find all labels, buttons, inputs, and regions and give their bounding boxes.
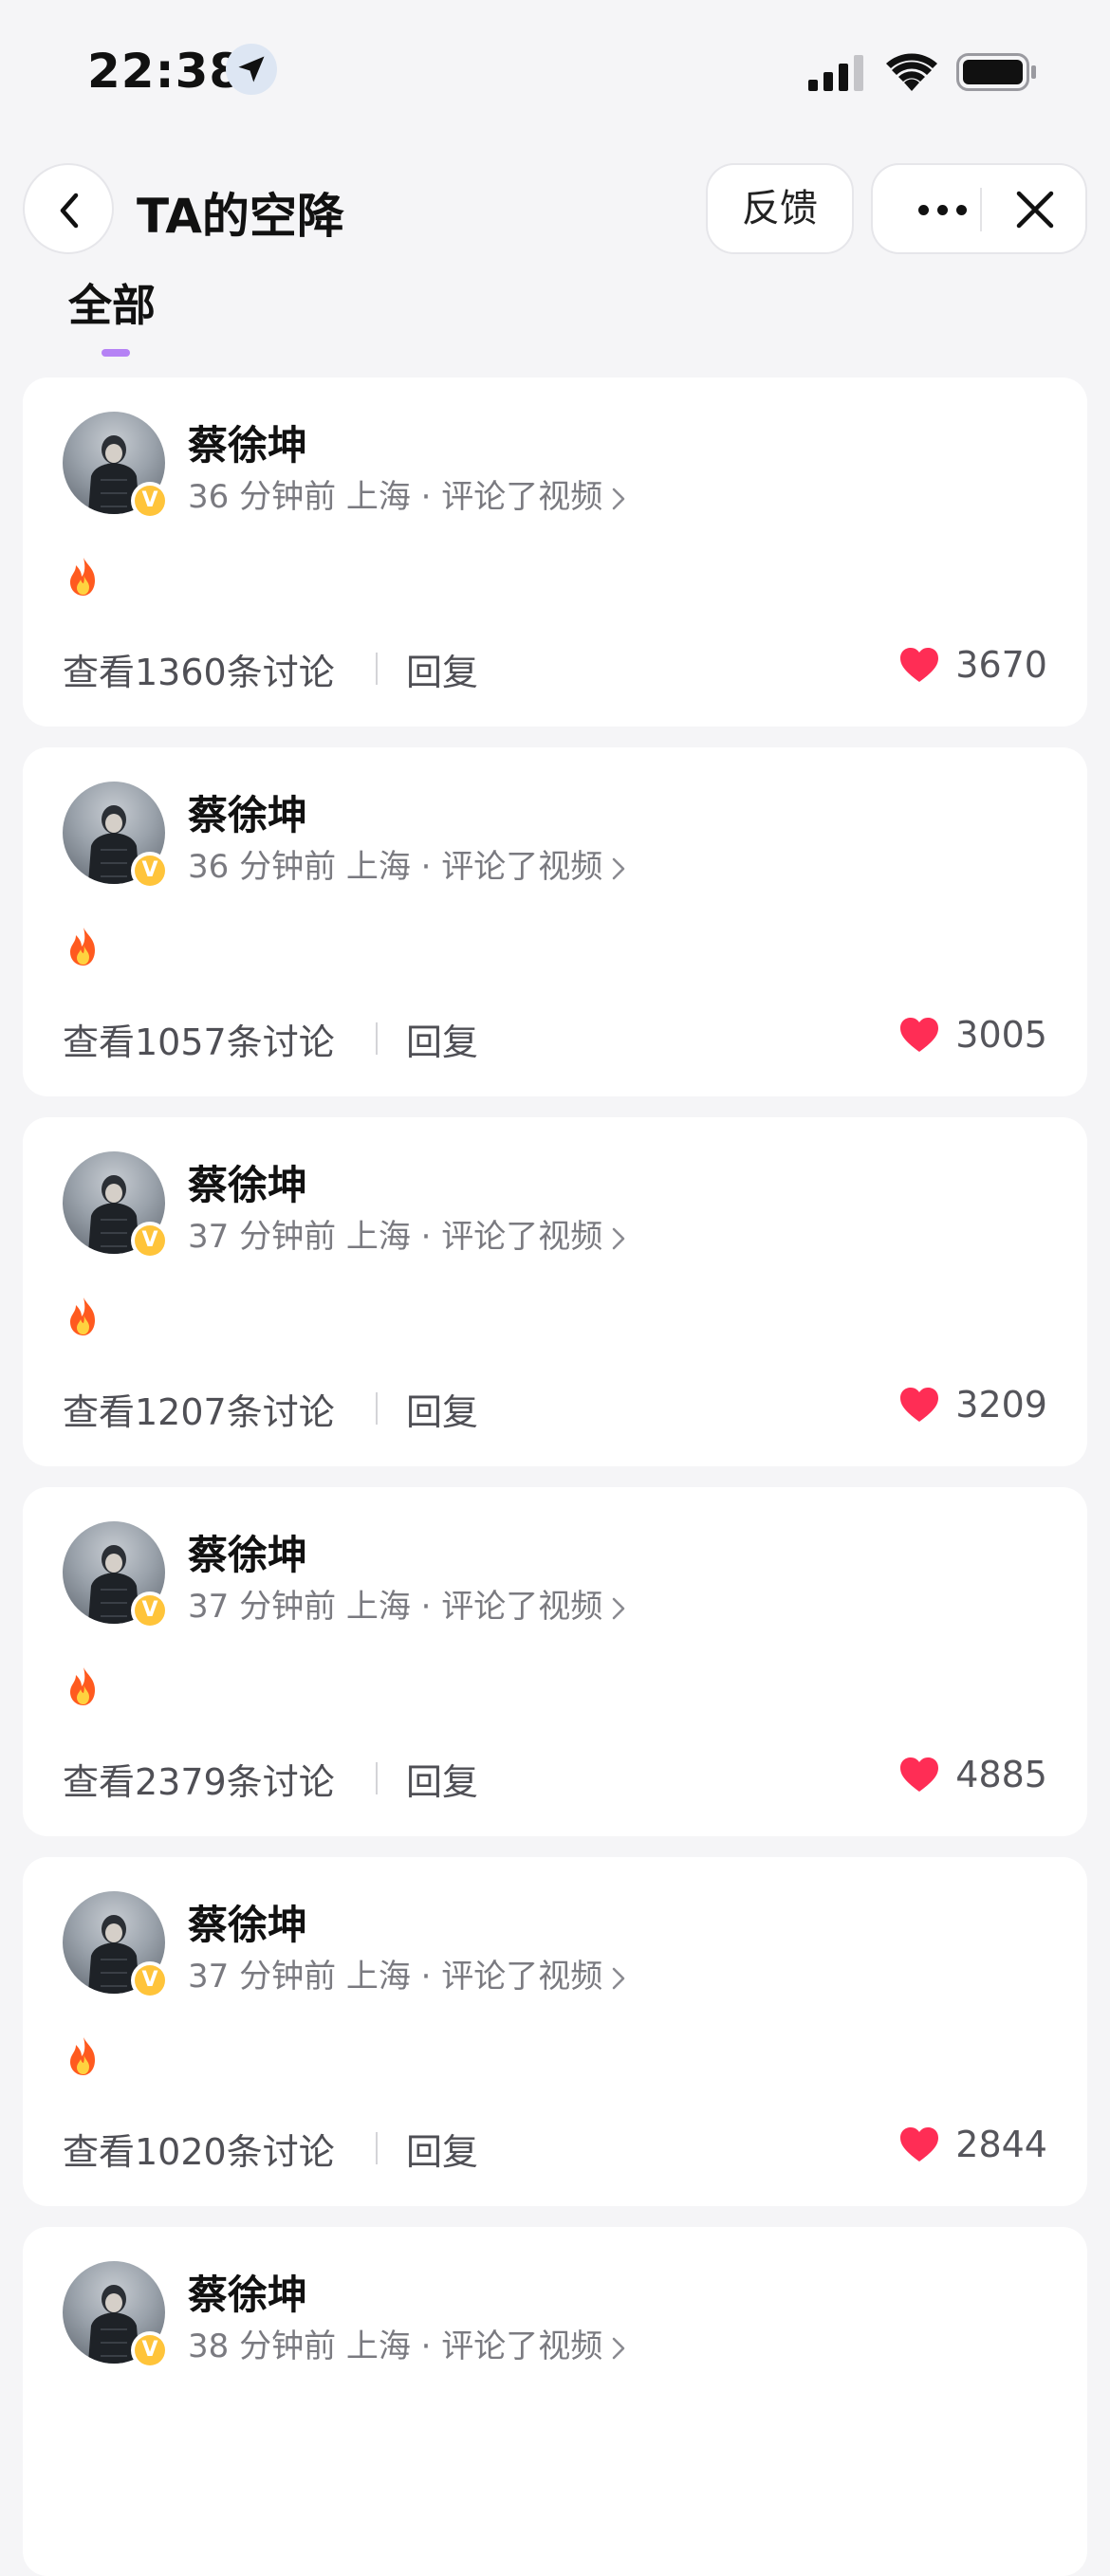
status-time: 22:38 [87, 44, 244, 99]
chevron-right-icon [613, 2337, 625, 2359]
verified-badge-icon: V [131, 1961, 169, 1999]
like-button[interactable]: 3670 [898, 641, 1047, 689]
like-count: 3209 [955, 1384, 1047, 1426]
status-bar: 22:38 [0, 0, 1110, 142]
separator [376, 1022, 378, 1055]
heart-icon [900, 1757, 939, 1792]
like-count: 4885 [955, 1754, 1047, 1795]
chevron-right-icon [613, 1227, 625, 1249]
activity-card[interactable]: V 蔡徐坤 37 分钟前 上海 · 评论了视频 查看2379条讨论 回复 488… [23, 1487, 1087, 1836]
location-arrow-icon [226, 44, 277, 95]
heart-icon [900, 1018, 939, 1052]
capsule-divider [980, 188, 982, 231]
view-discussions-link[interactable]: 查看2379条讨论 [63, 1753, 335, 1805]
view-discussions-link[interactable]: 查看1360条讨论 [63, 643, 335, 695]
view-discussions-link[interactable]: 查看1207条讨论 [63, 1383, 335, 1435]
like-button[interactable]: 2844 [898, 2121, 1047, 2168]
like-count: 3005 [955, 1014, 1047, 1056]
view-discussions-link[interactable]: 查看1020条讨论 [63, 2123, 335, 2175]
verified-badge-icon: V [131, 1592, 169, 1629]
heart-icon [900, 1388, 939, 1422]
reply-button[interactable]: 回复 [406, 1383, 478, 1435]
navigation-bar: TA的空降 反馈 [0, 159, 1110, 254]
close-icon[interactable] [1013, 188, 1057, 231]
user-name[interactable]: 蔡徐坤 [188, 414, 307, 471]
activity-meta[interactable]: 37 分钟前 上海 · 评论了视频 [188, 1210, 627, 1257]
wifi-icon [886, 53, 937, 91]
fire-icon [63, 556, 104, 598]
tab-bar: 全部 [0, 266, 1110, 360]
fire-icon [63, 2035, 104, 2077]
activity-card[interactable]: V 蔡徐坤 37 分钟前 上海 · 评论了视频 查看1020条讨论 回复 284… [23, 1857, 1087, 2206]
verified-badge-icon: V [131, 852, 169, 890]
like-count: 3670 [955, 644, 1047, 686]
heart-icon [900, 648, 939, 682]
like-button[interactable]: 3209 [898, 1381, 1047, 1428]
chevron-right-icon [613, 488, 625, 509]
like-button[interactable]: 4885 [898, 1751, 1047, 1798]
user-name[interactable]: 蔡徐坤 [188, 1153, 307, 1211]
heart-icon [900, 2127, 939, 2162]
activity-meta[interactable]: 36 分钟前 上海 · 评论了视频 [188, 470, 627, 517]
reply-button[interactable]: 回复 [406, 643, 478, 695]
feedback-button[interactable]: 反馈 [706, 163, 854, 254]
signal-icon [808, 55, 863, 91]
like-button[interactable]: 3005 [898, 1011, 1047, 1058]
activity-meta[interactable]: 38 分钟前 上海 · 评论了视频 [188, 2320, 627, 2366]
activity-card[interactable]: V 蔡徐坤 37 分钟前 上海 · 评论了视频 查看1207条讨论 回复 320… [23, 1117, 1087, 1466]
separator [376, 1762, 378, 1794]
activity-card[interactable]: V 蔡徐坤 36 分钟前 上海 · 评论了视频 查看1057条讨论 回复 300… [23, 747, 1087, 1096]
activity-card[interactable]: V 蔡徐坤 38 分钟前 上海 · 评论了视频 [23, 2227, 1087, 2576]
verified-badge-icon: V [131, 2331, 169, 2369]
back-chevron-icon [60, 193, 79, 229]
user-name[interactable]: 蔡徐坤 [188, 783, 307, 841]
verified-badge-icon: V [131, 482, 169, 520]
page-title: TA的空降 [137, 189, 344, 244]
fire-icon [63, 1665, 104, 1707]
tab-all[interactable]: 全部 [68, 271, 156, 334]
user-name[interactable]: 蔡徐坤 [188, 1893, 307, 1951]
back-button[interactable] [23, 163, 114, 254]
like-count: 2844 [955, 2124, 1047, 2165]
miniprogram-capsule [871, 163, 1087, 254]
reply-button[interactable]: 回复 [406, 1013, 478, 1065]
reply-button[interactable]: 回复 [406, 2123, 478, 2175]
tab-indicator [102, 349, 130, 357]
reply-button[interactable]: 回复 [406, 1753, 478, 1805]
activity-card[interactable]: V 蔡徐坤 36 分钟前 上海 · 评论了视频 查看1360条讨论 回复 367… [23, 377, 1087, 727]
separator [376, 1392, 378, 1425]
chevron-right-icon [613, 857, 625, 879]
activity-meta[interactable]: 36 分钟前 上海 · 评论了视频 [188, 840, 627, 887]
more-icon[interactable] [905, 165, 981, 252]
fire-icon [63, 1296, 104, 1337]
separator [376, 653, 378, 685]
chevron-right-icon [613, 1967, 625, 1989]
fire-icon [63, 926, 104, 967]
verified-badge-icon: V [131, 1222, 169, 1260]
chevron-right-icon [613, 1597, 625, 1619]
view-discussions-link[interactable]: 查看1057条讨论 [63, 1013, 335, 1065]
activity-meta[interactable]: 37 分钟前 上海 · 评论了视频 [188, 1950, 627, 1996]
activity-meta[interactable]: 37 分钟前 上海 · 评论了视频 [188, 1580, 627, 1627]
battery-icon [956, 53, 1036, 91]
user-name[interactable]: 蔡徐坤 [188, 1523, 307, 1581]
user-name[interactable]: 蔡徐坤 [188, 2263, 307, 2321]
separator [376, 2132, 378, 2164]
